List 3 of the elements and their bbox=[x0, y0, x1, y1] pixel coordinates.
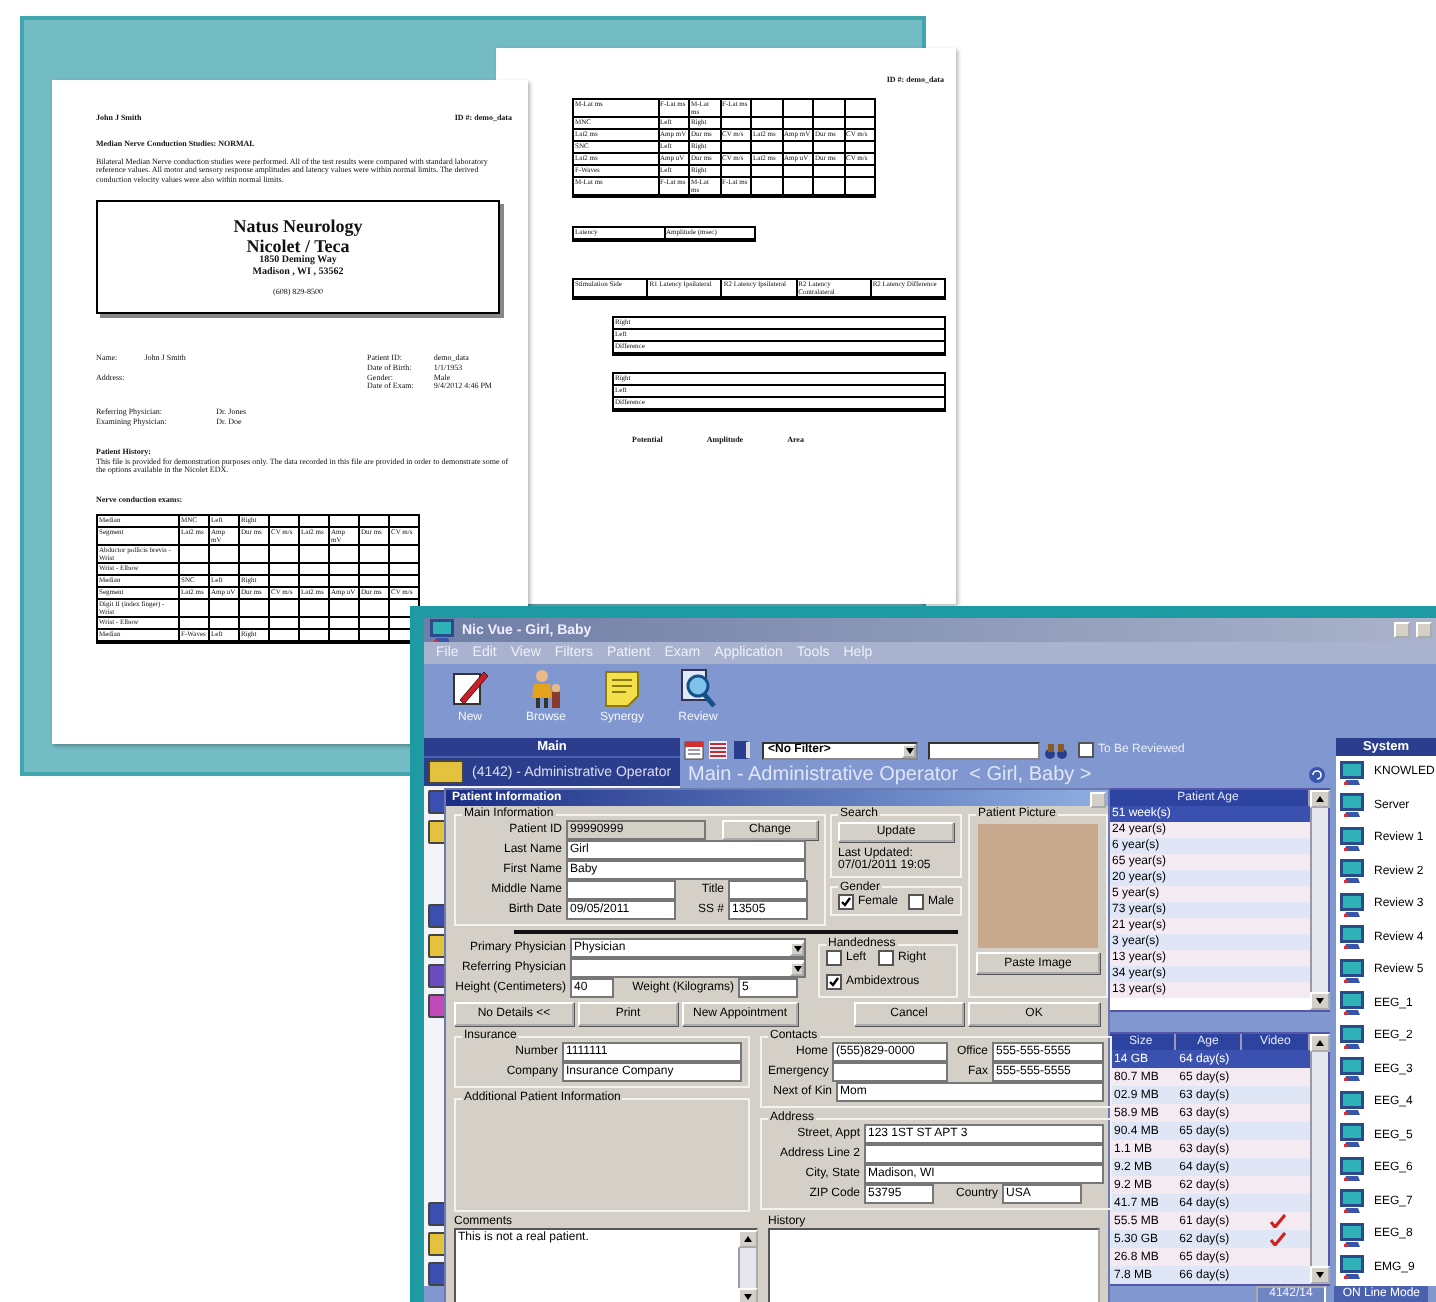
letterhead-line: Nicolet / Teca bbox=[246, 236, 350, 257]
view-heading: Main - Administrative Operator < Girl, Baby > bbox=[688, 764, 1092, 786]
letterhead-line: Natus Neurology bbox=[233, 216, 363, 237]
